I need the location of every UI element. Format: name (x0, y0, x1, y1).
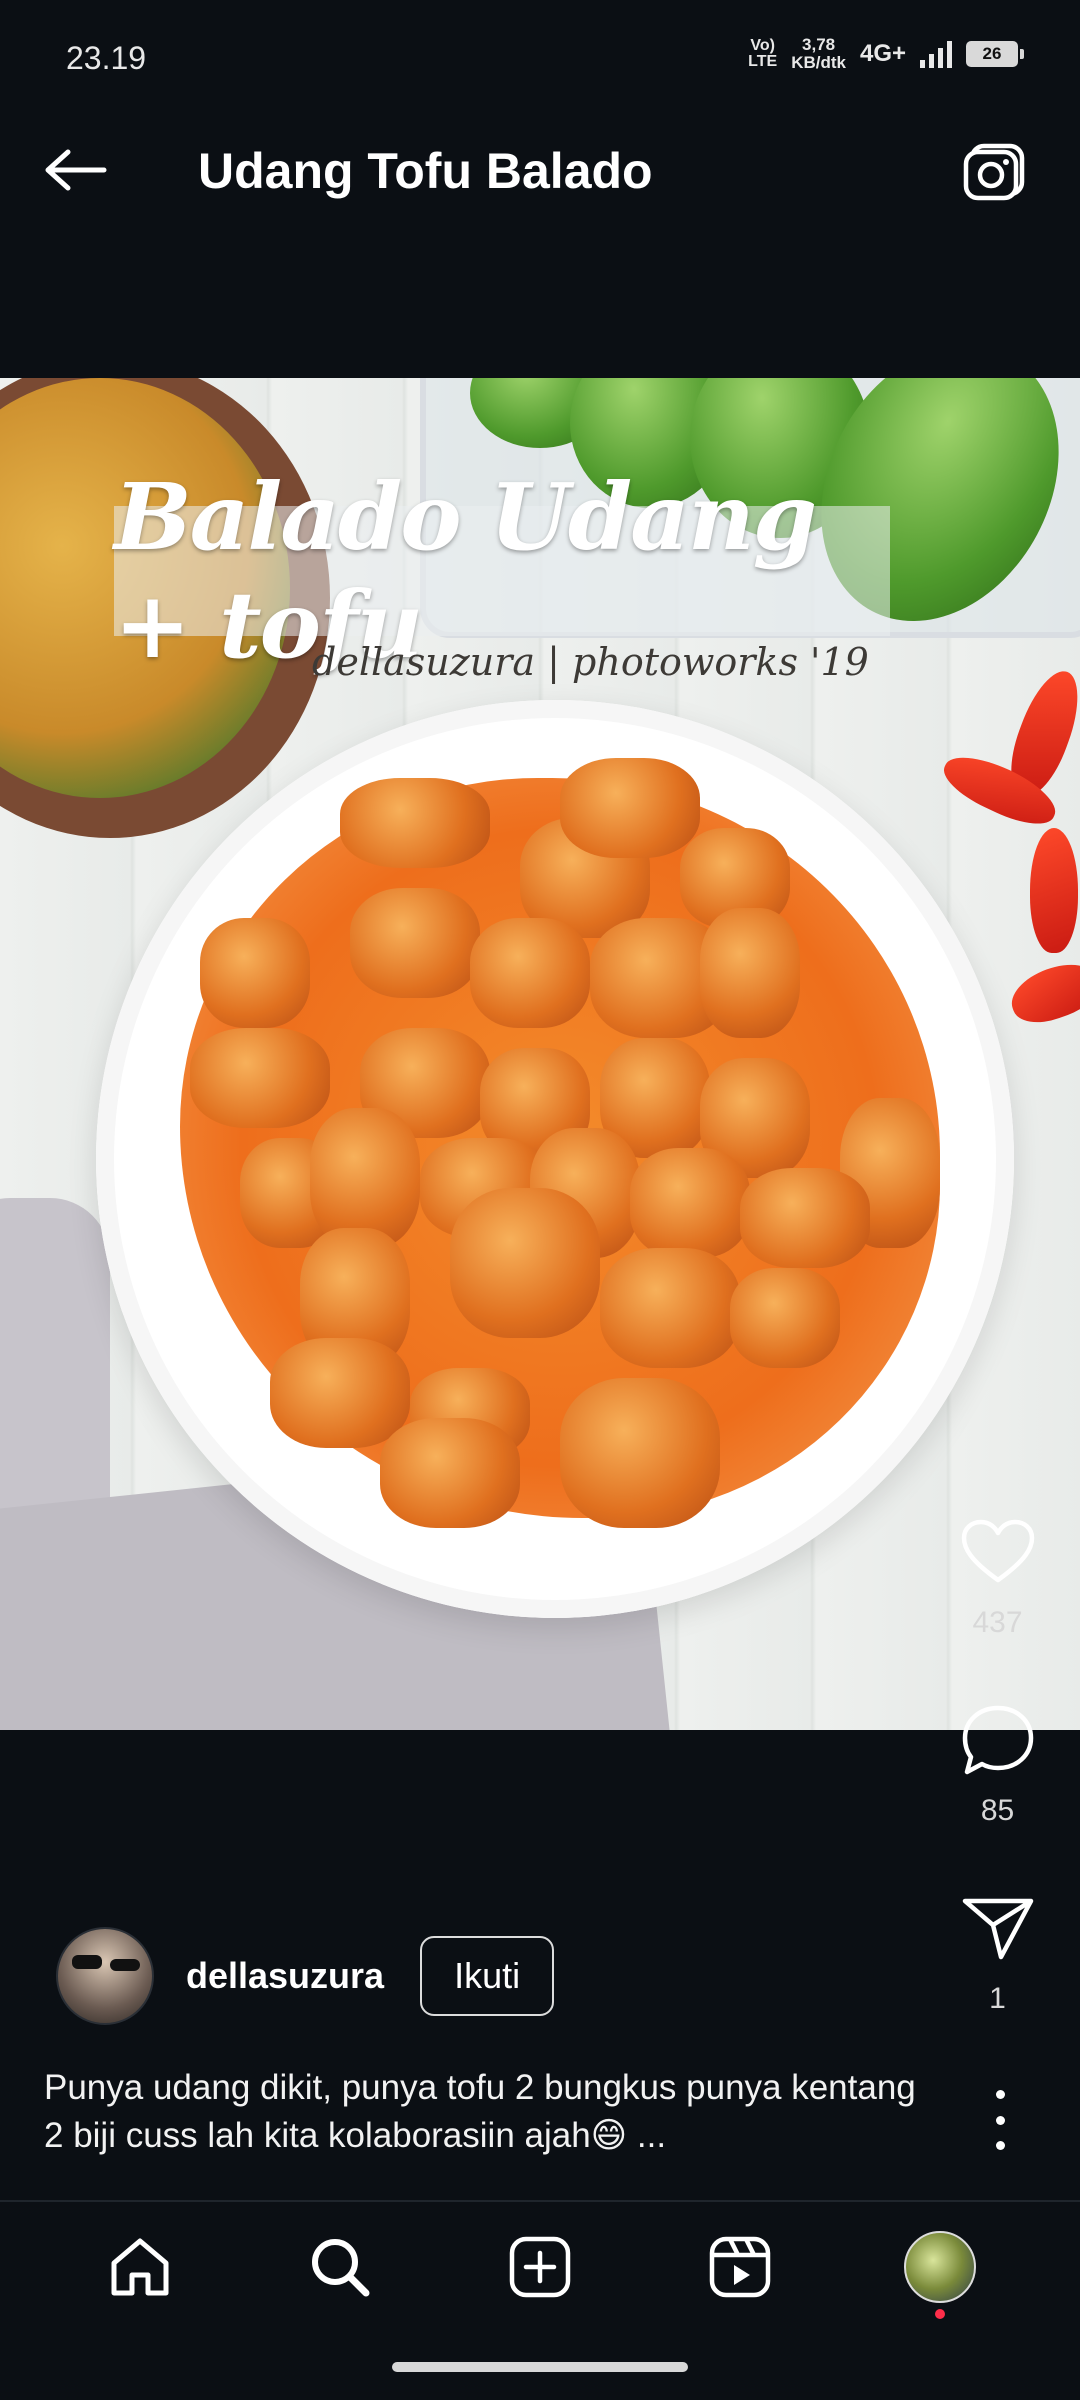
battery-level: 26 (982, 44, 1002, 63)
signal-icon (920, 40, 952, 68)
food-piece (560, 1378, 720, 1528)
camera-button[interactable] (958, 138, 1030, 206)
home-icon (111, 2238, 169, 2296)
nav-home[interactable] (86, 2213, 194, 2321)
food-piece (350, 888, 480, 998)
nav-search[interactable] (286, 2213, 394, 2321)
status-indicators: Vo) LTE 3,78 KB/dtk 4G+ 26 (748, 36, 1024, 72)
food-piece (630, 1148, 750, 1258)
post-caption[interactable]: Punya udang dikit, punya tofu 2 bungkus … (44, 2064, 924, 2160)
image-overlay-credit: dellasuzura | photoworks '19 (312, 640, 869, 684)
network-speed: 3,78 KB/dtk (791, 36, 846, 72)
profile-avatar (904, 2231, 976, 2303)
send-icon (962, 1898, 1033, 1960)
lte-label: LTE (748, 53, 778, 70)
food-piece (700, 908, 800, 1038)
chili (1030, 828, 1078, 953)
food-piece (380, 1418, 520, 1528)
chili (1004, 954, 1080, 1032)
comment-icon (962, 1705, 1033, 1775)
more-dot (995, 2090, 1005, 2099)
like-action: 437 (940, 1512, 1055, 1640)
nav-create[interactable] (486, 2213, 594, 2321)
header: Udang Tofu Balado (0, 92, 1080, 252)
notification-dot (935, 2309, 945, 2319)
nav-reels[interactable] (686, 2213, 794, 2321)
home-indicator[interactable] (392, 2362, 688, 2372)
comment-button[interactable] (940, 1700, 1055, 1780)
food-piece (470, 918, 590, 1028)
more-dot (995, 2115, 1005, 2125)
add-post-icon (509, 2236, 571, 2298)
reels-icon (709, 2236, 771, 2298)
arrow-left-icon (45, 149, 107, 191)
author-row: dellasuzura Ikuti (56, 1926, 555, 2026)
food-piece (740, 1168, 870, 1268)
share-button[interactable] (940, 1888, 1055, 1968)
volte-indicator: Vo) LTE (748, 38, 777, 70)
food-piece (340, 778, 490, 868)
status-bar: 23.19 Vo) LTE 3,78 KB/dtk 4G+ 26 (0, 0, 1080, 92)
author-avatar[interactable] (56, 1927, 154, 2025)
camera-icon (963, 143, 1025, 201)
food-piece (730, 1268, 840, 1368)
volte-label: Vo) (750, 37, 775, 54)
page-title: Udang Tofu Balado (198, 143, 653, 199)
comment-action: 85 (940, 1700, 1055, 1828)
comment-count: 85 (980, 1794, 1015, 1827)
heart-icon (961, 1519, 1034, 1583)
food-piece (450, 1188, 600, 1338)
search-icon (312, 2239, 370, 2297)
post-image[interactable]: Balado Udang + tofu dellasuzura | photow… (0, 378, 1080, 1730)
food-piece (600, 1248, 740, 1368)
food-piece (310, 1108, 420, 1248)
author-username[interactable]: dellasuzura (186, 1955, 384, 1997)
network-type: 4G+ (859, 40, 906, 67)
nav-profile[interactable] (886, 2213, 994, 2321)
food-piece (200, 918, 310, 1028)
share-action: 1 (940, 1888, 1055, 2016)
speed-unit: KB/dtk (791, 53, 846, 72)
back-button[interactable] (36, 140, 116, 200)
more-options-button[interactable] (980, 2090, 1020, 2150)
food-piece (560, 758, 700, 858)
food-piece (190, 1028, 330, 1128)
bottom-nav (0, 2202, 1080, 2332)
more-dot (995, 2141, 1005, 2150)
like-count: 437 (972, 1606, 1023, 1639)
status-time: 23.19 (66, 40, 147, 76)
like-button[interactable] (940, 1512, 1055, 1592)
share-count: 1 (989, 1982, 1006, 2015)
follow-button[interactable]: Ikuti (420, 1936, 555, 2016)
image-overlay-title: Balado Udang + tofu (114, 463, 890, 679)
speed-value: 3,78 (802, 35, 836, 54)
food-piece (270, 1338, 410, 1448)
battery-icon: 26 (966, 41, 1024, 67)
